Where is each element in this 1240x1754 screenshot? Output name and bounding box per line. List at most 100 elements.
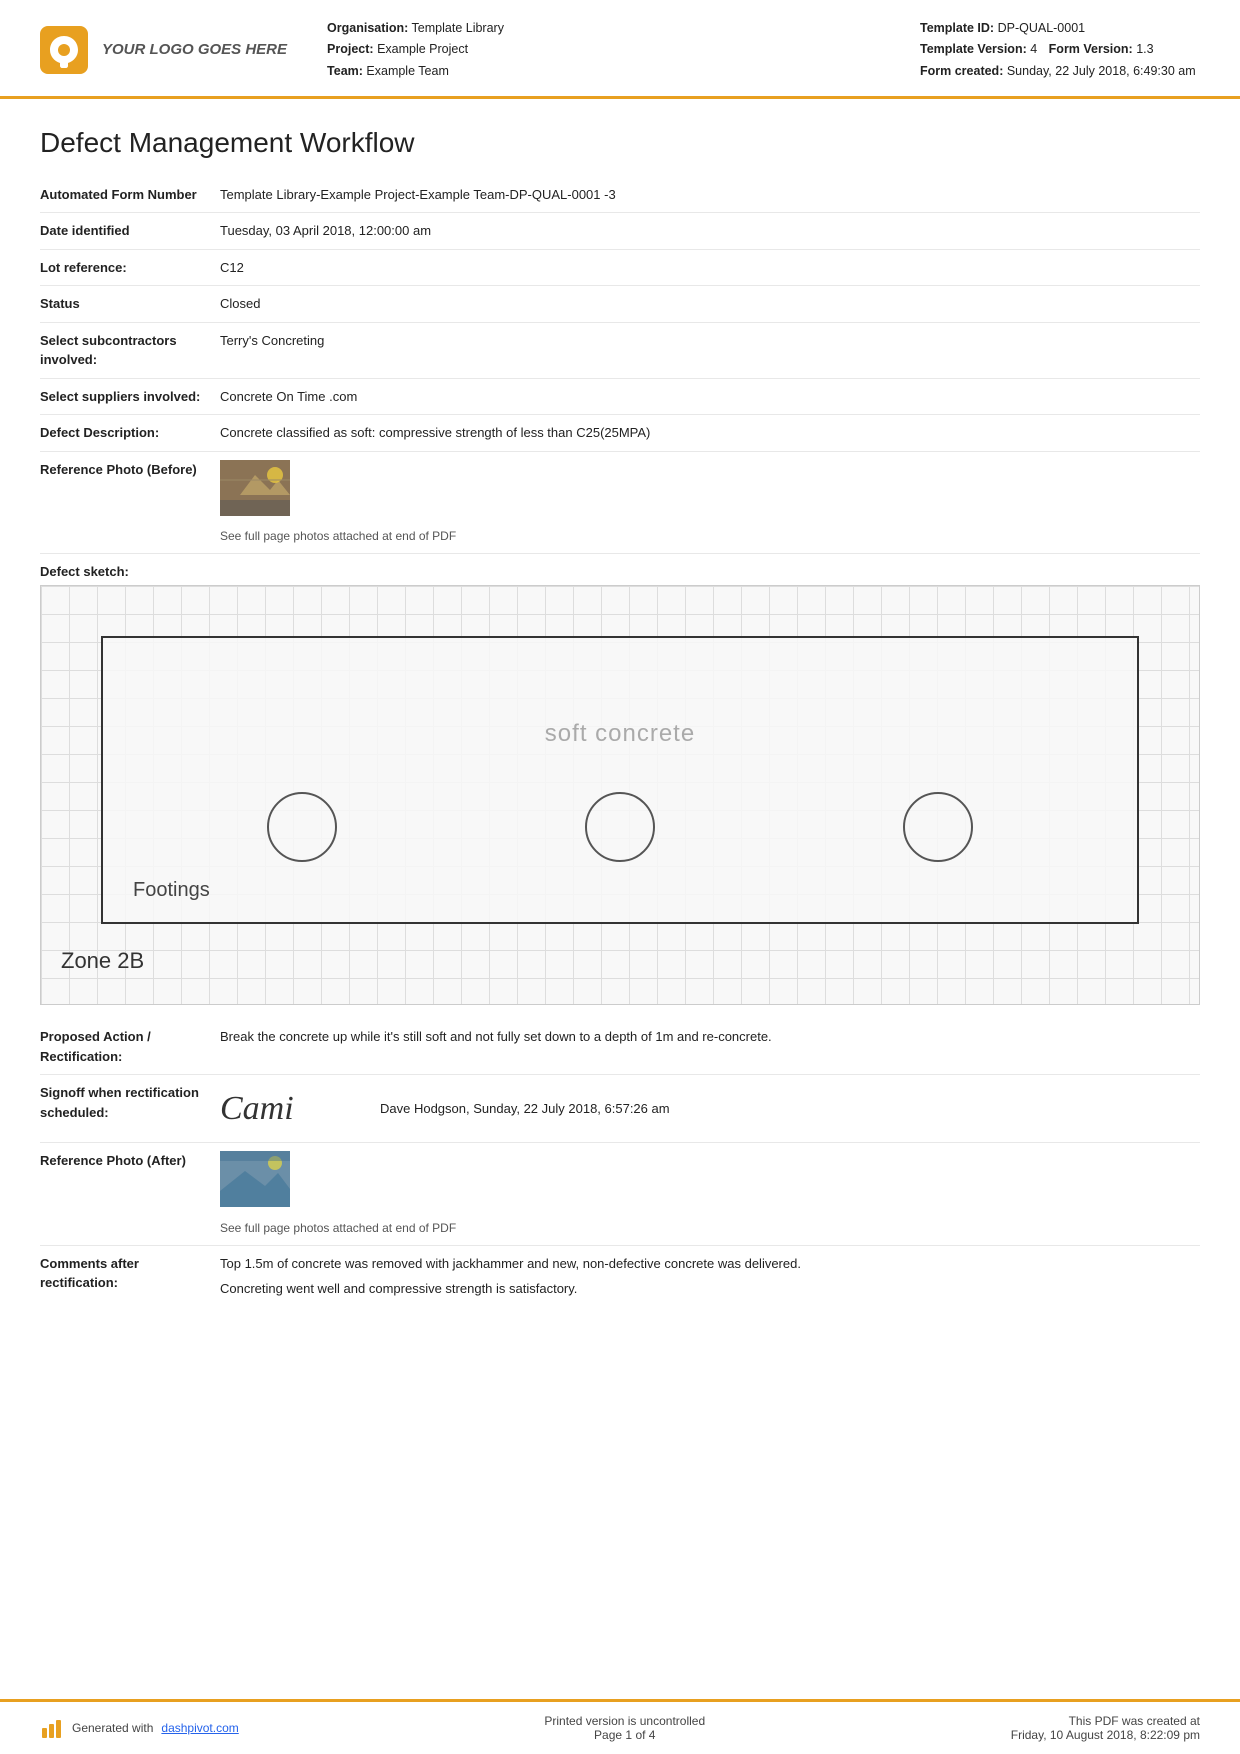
field-value-suppliers: Concrete On Time .com bbox=[220, 387, 1200, 407]
sketch-footings-text: Footings bbox=[133, 879, 210, 902]
page: YOUR LOGO GOES HERE Organisation: Templa… bbox=[0, 0, 1240, 1754]
footer-logo-icon bbox=[40, 1716, 64, 1740]
form-version-label: Form Version: bbox=[1049, 42, 1133, 56]
field-value-status: Closed bbox=[220, 294, 1200, 314]
project-label: Project: bbox=[327, 42, 374, 56]
field-value-signoff: Cami Dave Hodgson, Sunday, 22 July 2018,… bbox=[220, 1083, 1200, 1134]
form-title: Defect Management Workflow bbox=[40, 127, 1200, 159]
sketch-zone-text: Zone 2B bbox=[61, 948, 144, 974]
field-label-comments: Comments after rectification: bbox=[40, 1254, 220, 1293]
field-label-ref-photo-after: Reference Photo (After) bbox=[40, 1151, 220, 1171]
org-value: Template Library bbox=[412, 21, 504, 35]
footer-page-total: 4 bbox=[649, 1728, 656, 1742]
project-line: Project: Example Project bbox=[327, 39, 920, 60]
photo-after-thumb bbox=[220, 1151, 290, 1207]
photo-before-thumb bbox=[220, 460, 290, 516]
field-label-date: Date identified bbox=[40, 221, 220, 241]
logo-area: YOUR LOGO GOES HERE bbox=[40, 18, 287, 82]
footer-center: Printed version is uncontrolled Page 1 o… bbox=[544, 1714, 705, 1742]
field-value-ref-photo-before: See full page photos attached at end of … bbox=[220, 460, 1200, 546]
footer-page-current: 1 bbox=[625, 1728, 632, 1742]
field-row-signoff: Signoff when rectification scheduled: Ca… bbox=[40, 1075, 1200, 1143]
field-value-ref-photo-after: See full page photos attached at end of … bbox=[220, 1151, 1200, 1237]
field-row-date: Date identified Tuesday, 03 April 2018, … bbox=[40, 213, 1200, 250]
footer-page: Page 1 of 4 bbox=[544, 1728, 705, 1742]
field-label-proposed-action: Proposed Action / Rectification: bbox=[40, 1027, 220, 1066]
team-value: Example Team bbox=[366, 64, 448, 78]
field-label-status: Status bbox=[40, 294, 220, 314]
sketch-circle-2 bbox=[585, 792, 655, 862]
field-value-subcontractor: Terry's Concreting bbox=[220, 331, 1200, 351]
field-value-date: Tuesday, 03 April 2018, 12:00:00 am bbox=[220, 221, 1200, 241]
field-label-subcontractor: Select subcontractors involved: bbox=[40, 331, 220, 370]
form-version-value: 1.3 bbox=[1136, 42, 1153, 56]
org-label: Organisation: bbox=[327, 21, 408, 35]
team-label: Team: bbox=[327, 64, 363, 78]
sig-name-date: Dave Hodgson, Sunday, 22 July 2018, 6:57… bbox=[380, 1099, 670, 1119]
footer-pdf-created-1: This PDF was created at bbox=[1011, 1714, 1200, 1728]
signature-image: Cami bbox=[220, 1083, 340, 1134]
sketch-grid: soft concrete Footings Zone 2B bbox=[40, 585, 1200, 1005]
photo-after-caption: See full page photos attached at end of … bbox=[220, 1219, 1200, 1237]
field-label-suppliers: Select suppliers involved: bbox=[40, 387, 220, 407]
footer-pdf-created-2: Friday, 10 August 2018, 8:22:09 pm bbox=[1011, 1728, 1200, 1742]
field-label-lot: Lot reference: bbox=[40, 258, 220, 278]
header: YOUR LOGO GOES HERE Organisation: Templa… bbox=[0, 0, 1240, 99]
org-line: Organisation: Template Library bbox=[327, 18, 920, 39]
footer-uncontrolled: Printed version is uncontrolled bbox=[544, 1714, 705, 1728]
sketch-circles bbox=[103, 792, 1137, 862]
template-id-label: Template ID: bbox=[920, 21, 994, 35]
footer-page-of: of bbox=[635, 1728, 645, 1742]
field-row-automated: Automated Form Number Template Library-E… bbox=[40, 177, 1200, 214]
footer: Generated with dashpivot.com Printed ver… bbox=[0, 1699, 1240, 1754]
form-created-value: Sunday, 22 July 2018, 6:49:30 am bbox=[1007, 64, 1196, 78]
field-row-proposed-action: Proposed Action / Rectification: Break t… bbox=[40, 1019, 1200, 1075]
header-right: Template ID: DP-QUAL-0001 Template Versi… bbox=[920, 18, 1200, 82]
field-row-suppliers: Select suppliers involved: Concrete On T… bbox=[40, 379, 1200, 416]
field-row-ref-photo-before: Reference Photo (Before) See full page p… bbox=[40, 452, 1200, 555]
field-row-ref-photo-after: Reference Photo (After) See full page ph… bbox=[40, 1143, 1200, 1246]
main-content: Defect Management Workflow Automated For… bbox=[0, 99, 1240, 1699]
field-row-comments: Comments after rectification: Top 1.5m o… bbox=[40, 1246, 1200, 1307]
template-id-line: Template ID: DP-QUAL-0001 bbox=[920, 18, 1200, 39]
comments-line2: Concreting went well and compressive str… bbox=[220, 1279, 1200, 1299]
footer-generated-text: Generated with bbox=[72, 1721, 153, 1735]
project-value: Example Project bbox=[377, 42, 468, 56]
sketch-circle-3 bbox=[903, 792, 973, 862]
logo-icon bbox=[40, 26, 88, 74]
photo-before-caption: See full page photos attached at end of … bbox=[220, 527, 1200, 545]
footer-link[interactable]: dashpivot.com bbox=[161, 1721, 238, 1735]
field-value-defect: Concrete classified as soft: compressive… bbox=[220, 423, 1200, 443]
form-created-label: Form created: bbox=[920, 64, 1003, 78]
field-value-lot: C12 bbox=[220, 258, 1200, 278]
footer-right: This PDF was created at Friday, 10 Augus… bbox=[1011, 1714, 1200, 1742]
field-label-signoff: Signoff when rectification scheduled: bbox=[40, 1083, 220, 1122]
field-label-automated: Automated Form Number bbox=[40, 185, 220, 205]
footer-left: Generated with dashpivot.com bbox=[40, 1716, 239, 1740]
sketch-circle-1 bbox=[267, 792, 337, 862]
template-version-label: Template Version: bbox=[920, 42, 1027, 56]
field-label-defect: Defect Description: bbox=[40, 423, 220, 443]
form-created-line: Form created: Sunday, 22 July 2018, 6:49… bbox=[920, 61, 1200, 82]
field-label-ref-photo-before: Reference Photo (Before) bbox=[40, 460, 220, 480]
field-value-proposed-action: Break the concrete up while it's still s… bbox=[220, 1027, 1200, 1047]
field-row-status: Status Closed bbox=[40, 286, 1200, 323]
field-row-subcontractor: Select subcontractors involved: Terry's … bbox=[40, 323, 1200, 379]
field-row-defect: Defect Description: Concrete classified … bbox=[40, 415, 1200, 452]
template-id-value: DP-QUAL-0001 bbox=[998, 21, 1086, 35]
comments-line1: Top 1.5m of concrete was removed with ja… bbox=[220, 1254, 1200, 1274]
team-line: Team: Example Team bbox=[327, 61, 920, 82]
field-row-lot: Lot reference: C12 bbox=[40, 250, 1200, 287]
sketch-inner-box: soft concrete Footings bbox=[101, 636, 1139, 924]
field-value-automated: Template Library-Example Project-Example… bbox=[220, 185, 1200, 205]
footer-page-label: Page bbox=[594, 1728, 622, 1742]
sketch-soft-concrete-text: soft concrete bbox=[103, 720, 1137, 748]
field-value-comments: Top 1.5m of concrete was removed with ja… bbox=[220, 1254, 1200, 1299]
sketch-label: Defect sketch: bbox=[40, 564, 1200, 579]
header-meta: Organisation: Template Library Project: … bbox=[327, 18, 920, 82]
sketch-section: Defect sketch: soft concrete Footings Zo… bbox=[40, 564, 1200, 1005]
sig-area: Cami Dave Hodgson, Sunday, 22 July 2018,… bbox=[220, 1083, 1200, 1134]
template-version-value: 4 bbox=[1030, 42, 1037, 56]
template-version-line: Template Version: 4 Form Version: 1.3 bbox=[920, 39, 1200, 60]
logo-text: YOUR LOGO GOES HERE bbox=[102, 41, 287, 58]
